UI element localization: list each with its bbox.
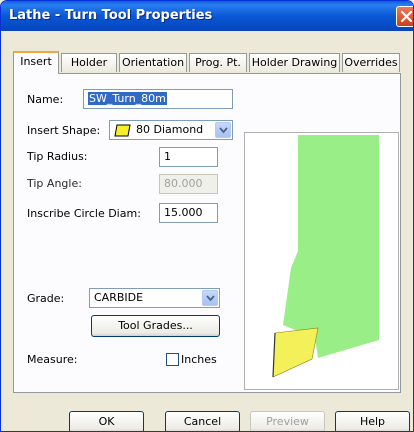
tab-label: Holder [70,56,108,69]
tab-orientation[interactable]: Orientation [119,53,187,72]
tab-holder-drawing[interactable]: Holder Drawing [249,53,340,72]
tab-holder[interactable]: Holder [61,53,117,72]
tool-drawing [244,132,399,390]
tool-grades-button[interactable]: Tool Grades... [91,315,220,337]
dropdown-arrow[interactable] [215,122,231,138]
tab-insert[interactable]: Insert [13,51,59,74]
tip-radius-label: Tip Radius: [27,150,88,163]
tab-label: Insert [20,55,52,68]
inscribe-circle-label: Inscribe Circle Diam: [27,207,141,220]
close-button[interactable] [396,6,413,27]
window-title: Lathe - Turn Tool Properties [9,8,213,23]
tab-label: Prog. Pt. [195,56,241,69]
insert-panel: Name: SW_Turn_80m Insert Shape: 80 Diamo… [13,73,401,393]
tab-label: Overrides [344,56,398,69]
inches-checkbox[interactable] [166,353,179,366]
insert-shape-label: Insert Shape: [27,124,101,137]
chevron-down-icon [219,127,228,134]
title-bar[interactable]: Lathe - Turn Tool Properties [1,1,413,31]
name-label: Name: [27,93,64,106]
tip-angle-field: 80.000 [159,174,218,194]
name-field[interactable]: SW_Turn_80m [83,89,233,109]
dialog-window: Lathe - Turn Tool Properties Insert Hold… [0,0,414,432]
cancel-button[interactable]: Cancel [165,411,240,431]
holder-shape [283,135,379,358]
insert-shape [272,327,319,378]
diamond-shape-icon [114,124,131,137]
insert-shape-select[interactable]: 80 Diamond [109,120,233,140]
dropdown-arrow[interactable] [202,290,218,306]
grade-label: Grade: [27,292,65,305]
close-icon [400,10,413,23]
ok-button[interactable]: OK [69,411,144,431]
tip-radius-field[interactable]: 1 [159,147,218,167]
tip-angle-label: Tip Angle: [27,177,82,190]
measure-label: Measure: [27,353,78,366]
chevron-down-icon [206,295,215,302]
tab-label: Orientation [121,56,185,69]
tab-overrides[interactable]: Overrides [342,53,400,72]
insert-shape-value: 80 Diamond [136,123,204,136]
grade-select[interactable]: CARBIDE [89,288,220,308]
tab-label: Holder Drawing [251,56,338,69]
tab-prog-pt[interactable]: Prog. Pt. [189,53,247,72]
inches-label: Inches [181,353,217,366]
preview-button: Preview [250,411,325,431]
tool-drawing-canvas [272,135,379,378]
help-button[interactable]: Help [335,411,410,431]
inscribe-circle-field[interactable]: 15.000 [159,203,218,223]
name-value: SW_Turn_80m [88,92,167,105]
grade-value: CARBIDE [94,291,144,304]
